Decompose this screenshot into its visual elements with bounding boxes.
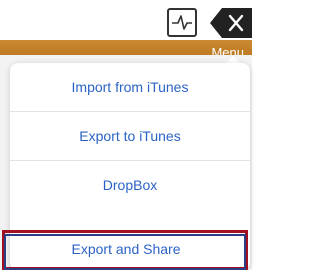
close-button[interactable]: [210, 8, 252, 38]
menu-item-import-from-itunes[interactable]: Import from iTunes: [10, 63, 250, 111]
menu-item-dropbox[interactable]: DropBox: [10, 160, 250, 209]
top-toolbar: [0, 0, 252, 39]
close-x-icon: [210, 8, 252, 38]
menu-item-export-to-itunes[interactable]: Export to iTunes: [10, 111, 250, 160]
waveform-graph-icon: [172, 15, 192, 30]
graph-button[interactable]: [167, 8, 197, 37]
menu-item-export-and-share[interactable]: Export and Share: [0, 230, 252, 270]
screen: Menu Import from iTunes Export to iTunes…: [0, 0, 252, 270]
